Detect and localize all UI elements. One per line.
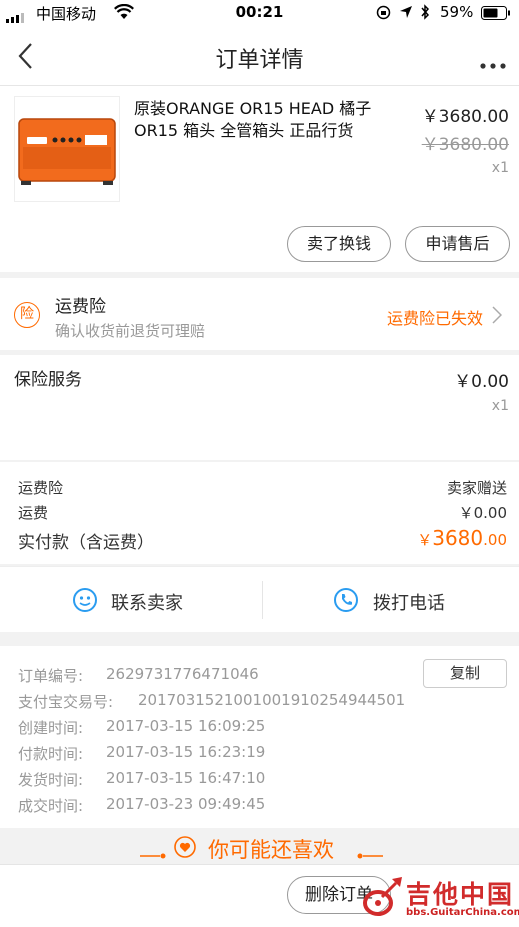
watermark-url: bbs.GuitarChina.com	[406, 907, 519, 918]
recommend-header: 你可能还喜欢	[0, 828, 519, 864]
info-value: 2017-03-15 16:09:25	[106, 717, 266, 735]
info-value[interactable]: 2629731776471046	[106, 665, 259, 683]
product-thumbnail[interactable]	[14, 96, 120, 202]
status-bar: 中国移动 00:21 59%	[0, 0, 519, 26]
product-original-price: ￥3680.00	[421, 135, 509, 155]
page-title: 订单详情	[215, 48, 304, 73]
info-label: 订单编号:	[18, 667, 84, 685]
service-label: 保险服务	[14, 370, 82, 390]
info-label: 发货时间:	[18, 771, 84, 789]
paid-decimal: .00	[483, 531, 507, 549]
product-price: ￥3680.00	[421, 107, 509, 127]
info-label: 创建时间:	[18, 719, 84, 737]
heart-icon	[174, 836, 196, 862]
info-row-shipped: 发货时间: 2017-03-15 16:47:10	[18, 769, 418, 790]
insurance-name: 运费险	[55, 297, 106, 317]
contact-bar: 联系卖家 拨打电话	[0, 566, 519, 632]
watermark: 吉他中国 bbs.GuitarChina.com	[360, 869, 519, 925]
shipping-value: ￥0.00	[458, 504, 507, 522]
info-value[interactable]: 2017031521001001910254944501	[138, 691, 405, 709]
nav-bar: 订单详情	[0, 26, 519, 86]
paid-amount: ￥3680.00	[417, 526, 507, 550]
info-value: 2017-03-23 09:49:45	[106, 795, 266, 813]
info-value: 2017-03-15 16:47:10	[106, 769, 266, 787]
recommend-title: 你可能还喜欢	[208, 838, 334, 862]
amp-head-image	[18, 118, 116, 185]
info-value: 2017-03-15 16:23:19	[106, 743, 266, 761]
shipping-label: 运费	[18, 504, 49, 522]
aftersale-button[interactable]: 申请售后	[405, 226, 510, 262]
product-card[interactable]: 原装ORANGE OR15 HEAD 橘子OR15 箱头 全管箱头 正品行货 ￥…	[0, 86, 519, 272]
contact-seller-label: 联系卖家	[111, 593, 183, 614]
sell-button[interactable]: 卖了换钱	[287, 226, 391, 262]
rotation-lock-icon	[376, 5, 391, 24]
info-row-completed: 成交时间: 2017-03-23 09:49:45	[18, 795, 418, 816]
info-row-alipay-no: 支付宝交易号: 2017031521001001910254944501	[18, 691, 438, 712]
chevron-right-icon	[492, 306, 503, 328]
call-phone-label: 拨打电话	[373, 593, 445, 614]
info-label: 付款时间:	[18, 745, 84, 763]
product-title[interactable]: 原装ORANGE OR15 HEAD 橘子OR15 箱头 全管箱头 正品行货	[134, 98, 402, 142]
watermark-name: 吉他中国	[406, 880, 515, 909]
insurance-badge-icon: 险	[14, 302, 40, 328]
shipping-insurance-value: 卖家赠送	[446, 479, 507, 497]
bottom-bar: 删除订单 吉他中国 bbs.GuitarChina.com	[0, 864, 519, 927]
insurance-status: 运费险已失效	[387, 309, 484, 328]
info-label: 支付宝交易号:	[18, 693, 114, 711]
copy-button[interactable]: 复制	[423, 659, 507, 688]
paid-label: 实付款（含运费）	[18, 533, 154, 553]
right-divider-icon	[357, 844, 383, 863]
info-row-order-no: 订单编号: 2629731776471046	[18, 665, 418, 686]
left-divider-icon	[140, 844, 166, 863]
price-summary: 运费险 卖家赠送 运费 ￥0.00 实付款（含运费） ￥3680.00	[0, 462, 519, 564]
shipping-insurance-label: 运费险	[18, 479, 64, 497]
service-quantity: x1	[491, 398, 509, 414]
location-icon	[399, 5, 413, 23]
battery-percent: 59%	[440, 3, 474, 21]
paid-currency: ￥	[417, 531, 433, 549]
product-quantity: x1	[491, 160, 509, 176]
info-label: 成交时间:	[18, 797, 84, 815]
paid-integer: 3680	[432, 526, 484, 550]
contact-seller-button[interactable]: 联系卖家	[0, 567, 262, 633]
info-row-paid: 付款时间: 2017-03-15 16:23:19	[18, 743, 418, 764]
chat-face-icon	[72, 587, 98, 617]
order-info: 订单编号: 2629731776471046 复制 支付宝交易号: 201703…	[0, 646, 519, 828]
bluetooth-icon	[420, 4, 430, 24]
insurance-service: 保险服务 ￥0.00 x1	[0, 355, 519, 460]
info-row-created: 创建时间: 2017-03-15 16:09:25	[18, 717, 418, 738]
shipping-insurance[interactable]: 险 运费险 确认收货前退货可理赔 运费险已失效	[0, 278, 519, 350]
more-dots-icon[interactable]	[480, 54, 506, 73]
service-price: ￥0.00	[454, 372, 509, 392]
guitar-logo-icon	[362, 875, 408, 925]
battery-icon	[481, 6, 511, 24]
phone-icon	[333, 587, 359, 617]
insurance-desc: 确认收货前退货可理赔	[55, 322, 206, 340]
call-phone-button[interactable]: 拨打电话	[263, 567, 519, 633]
